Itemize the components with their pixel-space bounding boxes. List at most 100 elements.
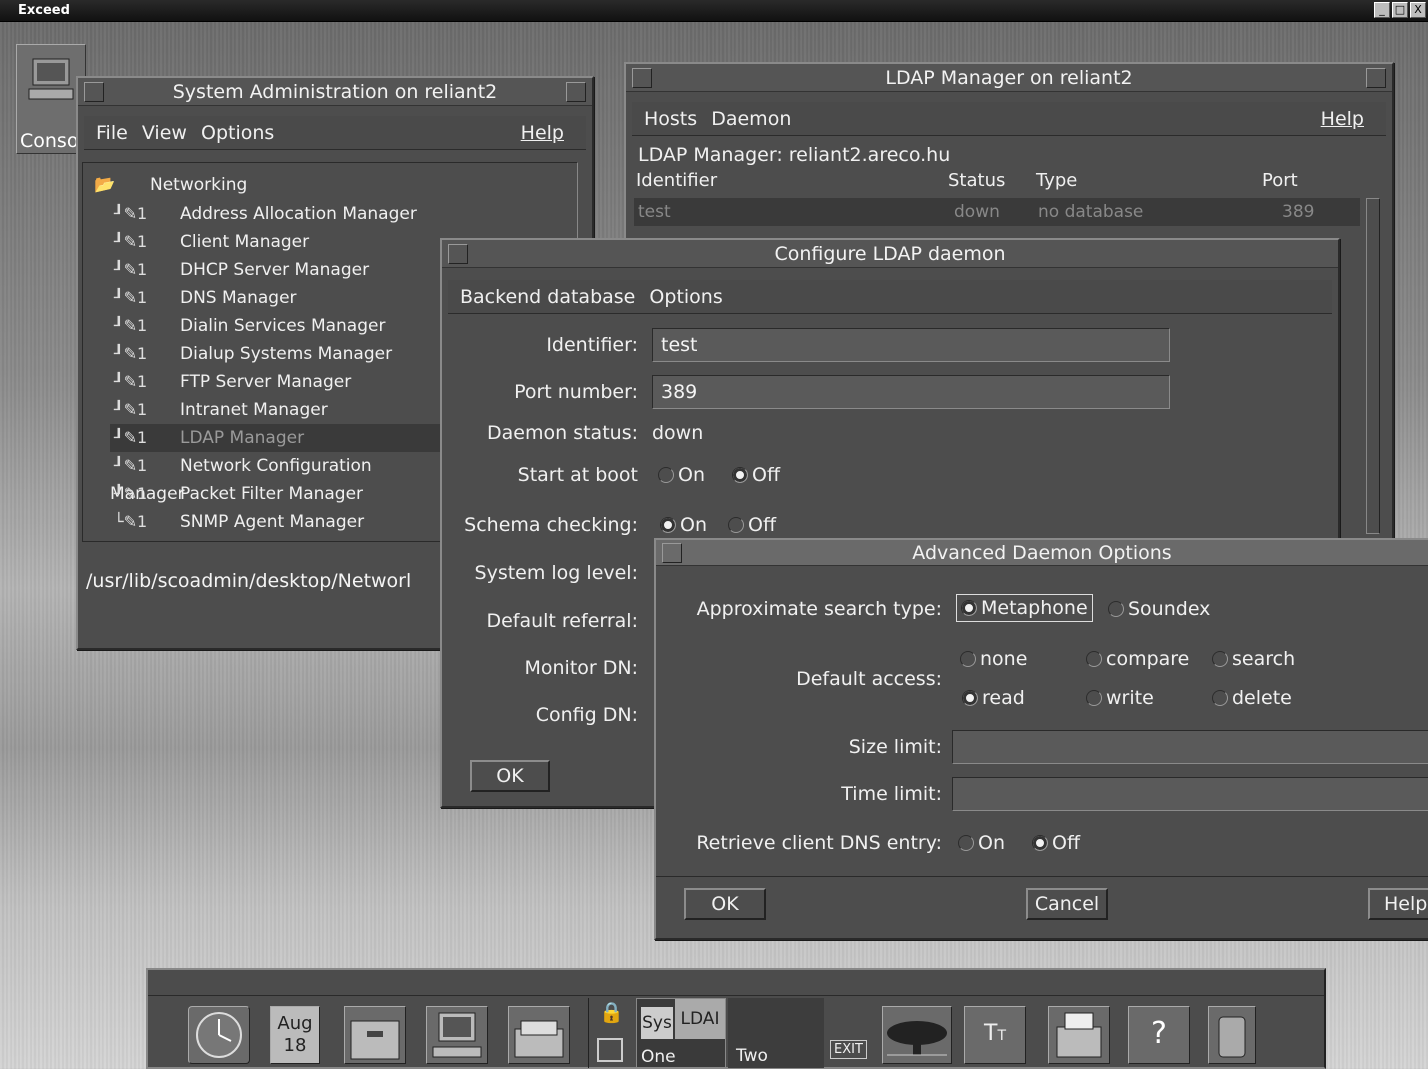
font-tool-icon[interactable]: TT xyxy=(964,1006,1026,1064)
identifier-label: Identifier: xyxy=(546,334,638,356)
calendar-day: 18 xyxy=(283,1035,307,1056)
menu-help[interactable]: Help xyxy=(521,116,564,150)
tree-item[interactable]: ┚✎1 Client Manager xyxy=(110,228,440,256)
schema-label: Schema checking: xyxy=(464,514,638,536)
mail-tray-icon[interactable] xyxy=(508,1006,570,1064)
exit-button[interactable]: EXIT xyxy=(830,1040,867,1059)
menu-options[interactable]: Options xyxy=(201,122,274,144)
window-list-icon[interactable] xyxy=(597,1038,623,1062)
soundex-radio[interactable]: Soundex xyxy=(1108,598,1210,620)
tree-item-selected[interactable]: ┚✎1 LDAP Manager xyxy=(110,424,440,452)
port-label: Port number: xyxy=(514,381,638,403)
lock-area: 🔒 xyxy=(588,998,628,1068)
maximize-button[interactable] xyxy=(1366,68,1386,88)
exceed-title: Exceed xyxy=(18,3,70,18)
table-row[interactable]: test down no database 389 xyxy=(634,198,1360,226)
printer-icon[interactable] xyxy=(1048,1006,1110,1064)
tree-item[interactable]: ┚✎1 DNS Manager xyxy=(110,284,440,312)
radio-off-icon xyxy=(1212,690,1228,706)
cancel-button[interactable]: Cancel xyxy=(1026,888,1108,920)
dns-on-radio[interactable]: On xyxy=(958,832,1005,854)
radio-off-icon xyxy=(1108,601,1124,617)
tree-item[interactable]: ┚✎1 DHCP Server Manager xyxy=(110,256,440,284)
window-menu-button[interactable] xyxy=(448,244,468,264)
exceed-title-bar: Exceed xyxy=(0,0,1428,22)
metaphone-radio[interactable]: Metaphone xyxy=(956,594,1093,622)
tree-root[interactable]: 📂 Networking xyxy=(94,174,247,196)
search-type-label: Approximate search type: xyxy=(696,598,942,620)
access-read-radio[interactable]: read xyxy=(962,687,1025,709)
col-identifier: Identifier xyxy=(636,170,718,191)
menu-options[interactable]: Options xyxy=(649,286,722,308)
size-limit-field[interactable] xyxy=(952,730,1428,764)
taskbar-handle[interactable] xyxy=(148,970,1324,996)
menu-view[interactable]: View xyxy=(142,122,187,144)
help-button[interactable]: Help xyxy=(1368,888,1428,920)
ldap-manager-titlebar[interactable]: LDAP Manager on reliant2 xyxy=(626,64,1392,92)
boot-on-radio[interactable]: On xyxy=(658,464,705,486)
workspace-one[interactable]: Sys LDAI One xyxy=(636,998,726,1068)
status-value: down xyxy=(652,422,704,444)
computer-icon[interactable] xyxy=(426,1006,488,1064)
maximize-button[interactable] xyxy=(566,82,586,102)
lock-icon[interactable]: 🔒 xyxy=(599,1000,624,1024)
advanced-titlebar[interactable]: Advanced Daemon Options xyxy=(656,540,1428,566)
time-limit-label: Time limit: xyxy=(841,783,942,805)
menu-backend-database[interactable]: Backend database xyxy=(460,286,635,308)
ldap-manager-menubar: Hosts Daemon Help xyxy=(632,102,1386,136)
ok-button[interactable]: OK xyxy=(684,888,766,920)
sysadmin-titlebar[interactable]: System Administration on reliant2 xyxy=(78,78,592,106)
schema-on-radio[interactable]: On xyxy=(660,514,707,536)
schema-off-radio[interactable]: Off xyxy=(728,514,776,536)
time-limit-field[interactable] xyxy=(952,777,1428,811)
file-cabinet-icon[interactable] xyxy=(344,1006,406,1064)
configure-menubar: Backend database Options xyxy=(448,280,1332,314)
workspace-one-label: One xyxy=(641,1047,676,1067)
calendar-icon[interactable]: Aug 18 xyxy=(270,1006,320,1064)
tree-logo-icon[interactable] xyxy=(882,1006,952,1064)
sysadmin-title: System Administration on reliant2 xyxy=(172,81,498,103)
trash-icon[interactable] xyxy=(1208,1006,1256,1064)
configure-titlebar[interactable]: Configure LDAP daemon xyxy=(442,240,1338,268)
access-delete-radio[interactable]: delete xyxy=(1212,687,1292,709)
clock-face xyxy=(196,1012,242,1058)
access-write-radio[interactable]: write xyxy=(1086,687,1154,709)
port-field[interactable]: 389 xyxy=(652,375,1170,409)
tree-item[interactable]: └✎1 SNMP Agent Manager xyxy=(110,508,440,536)
boot-off-radio[interactable]: Off xyxy=(732,464,780,486)
minimize-button[interactable]: _ xyxy=(1374,2,1390,18)
referral-label: Default referral: xyxy=(486,610,638,632)
tree-item[interactable]: ┚✎1 Address Allocation Manager xyxy=(110,200,440,228)
access-label: Default access: xyxy=(796,668,942,690)
maximize-button[interactable]: □ xyxy=(1392,2,1408,18)
ok-button[interactable]: OK xyxy=(470,760,550,792)
menu-daemon[interactable]: Daemon xyxy=(711,108,791,130)
menu-file[interactable]: File xyxy=(96,122,128,144)
menu-hosts[interactable]: Hosts xyxy=(644,108,697,130)
size-limit-label: Size limit: xyxy=(848,736,942,758)
desktop-taskbar: Aug 18 🔒 Sys LDAI One Two EXIT TT ? xyxy=(146,968,1326,1069)
dns-off-radio[interactable]: Off xyxy=(1032,832,1080,854)
workspace-two[interactable]: Two xyxy=(728,998,824,1068)
access-none-radio[interactable]: none xyxy=(960,648,1027,670)
tree-item[interactable]: ┚✎1 Network Configuration Manager xyxy=(110,452,440,504)
help-book-icon[interactable]: ? xyxy=(1128,1006,1190,1064)
window-menu-button[interactable] xyxy=(662,543,682,563)
tree-item[interactable]: ┚✎1 Intranet Manager xyxy=(110,396,440,424)
radio-off-icon xyxy=(1212,651,1228,667)
scrollbar[interactable] xyxy=(1366,198,1380,534)
menu-help[interactable]: Help xyxy=(1321,102,1364,136)
tree-item[interactable]: ┚✎1 FTP Server Manager xyxy=(110,368,440,396)
clock-icon[interactable] xyxy=(188,1006,250,1064)
window-menu-button[interactable] xyxy=(632,68,652,88)
window-menu-button[interactable] xyxy=(84,82,104,102)
access-search-radio[interactable]: search xyxy=(1212,648,1295,670)
tree-item[interactable]: ┚✎1 Dialin Services Manager xyxy=(110,312,440,340)
identifier-field[interactable]: test xyxy=(652,328,1170,362)
close-button[interactable]: X xyxy=(1410,2,1426,18)
tree-item[interactable]: ┚✎1 Dialup Systems Manager xyxy=(110,340,440,368)
tree-item[interactable]: ┚✎1 Packet Filter Manager xyxy=(110,480,440,508)
access-compare-radio[interactable]: compare xyxy=(1086,648,1189,670)
status-label: Daemon status: xyxy=(487,422,638,444)
col-port: Port xyxy=(1262,170,1298,191)
